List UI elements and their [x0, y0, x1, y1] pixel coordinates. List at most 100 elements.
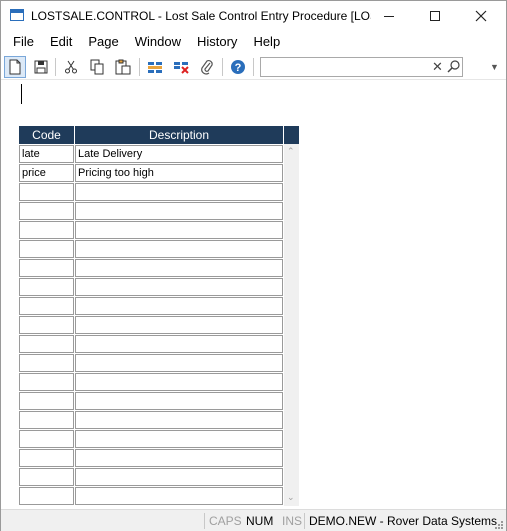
menu-history[interactable]: History: [189, 31, 245, 53]
new-document-button[interactable]: [4, 56, 26, 78]
menu-file[interactable]: File: [5, 31, 42, 53]
table-row: [19, 220, 284, 239]
table-row: [19, 391, 284, 410]
description-cell[interactable]: [75, 240, 283, 258]
description-cell[interactable]: [75, 468, 283, 486]
save-button[interactable]: [30, 56, 52, 78]
description-cell[interactable]: [75, 183, 283, 201]
search-input[interactable]: [264, 58, 424, 76]
description-cell[interactable]: [75, 392, 283, 410]
toolbar-separator: [55, 58, 56, 76]
scroll-up-icon[interactable]: ⌃: [287, 146, 295, 157]
code-cell[interactable]: [19, 487, 74, 505]
description-cell[interactable]: [75, 411, 283, 429]
code-cell[interactable]: [19, 392, 74, 410]
toolbar-separator: [139, 58, 140, 76]
table-row: [19, 410, 284, 429]
status-divider: [304, 513, 305, 529]
table-row: [19, 448, 284, 467]
code-cell[interactable]: [19, 468, 74, 486]
table-row: [19, 334, 284, 353]
maximize-icon: [430, 11, 440, 21]
copy-button[interactable]: [86, 56, 108, 78]
search-icon[interactable]: [447, 59, 461, 73]
help-button[interactable]: ?: [227, 56, 249, 78]
description-cell[interactable]: [75, 373, 283, 391]
code-cell[interactable]: price: [19, 164, 74, 182]
window-title: LOSTSALE.CONTROL - Lost Sale Control Ent…: [31, 9, 371, 23]
copy-icon: [90, 59, 104, 75]
maximize-button[interactable]: [412, 1, 458, 31]
table-row: [19, 277, 284, 296]
table-row: [19, 467, 284, 486]
description-cell[interactable]: [75, 316, 283, 334]
code-cell[interactable]: [19, 354, 74, 372]
code-cell[interactable]: [19, 316, 74, 334]
insert-mode-indicator: INS: [282, 514, 303, 528]
code-cell[interactable]: [19, 202, 74, 220]
clear-search-icon[interactable]: ✕: [432, 59, 443, 75]
code-cell[interactable]: [19, 259, 74, 277]
code-cell[interactable]: [19, 183, 74, 201]
close-button[interactable]: [458, 1, 504, 31]
code-cell[interactable]: [19, 240, 74, 258]
paste-button[interactable]: [112, 56, 134, 78]
scroll-down-icon[interactable]: ⌄: [287, 492, 295, 503]
table-row: price Pricing too high: [19, 163, 284, 182]
code-cell[interactable]: [19, 373, 74, 391]
grid-vertical-scrollbar[interactable]: ⌃ ⌄: [284, 144, 299, 506]
insert-row-icon: [148, 62, 162, 73]
code-cell[interactable]: [19, 411, 74, 429]
description-cell[interactable]: [75, 354, 283, 372]
close-icon: [475, 10, 487, 22]
insert-row-button[interactable]: [144, 56, 166, 78]
app-window: LOSTSALE.CONTROL - Lost Sale Control Ent…: [0, 0, 507, 531]
minimize-icon: [384, 15, 394, 17]
table-row: [19, 201, 284, 220]
table-row: [19, 315, 284, 334]
table-row: [19, 353, 284, 372]
save-icon: [34, 60, 48, 74]
description-cell[interactable]: [75, 259, 283, 277]
description-cell[interactable]: Pricing too high: [75, 164, 283, 182]
caps-lock-indicator: CAPS: [209, 514, 242, 528]
status-divider: [204, 513, 205, 529]
grid-header: Code Description: [19, 126, 299, 144]
table-row: [19, 429, 284, 448]
menu-page[interactable]: Page: [80, 31, 126, 53]
grid-header-corner: [284, 126, 299, 144]
description-cell[interactable]: [75, 449, 283, 467]
attach-button[interactable]: [196, 56, 218, 78]
resize-grip-icon[interactable]: [493, 519, 503, 529]
code-cell[interactable]: [19, 278, 74, 296]
menu-help[interactable]: Help: [245, 31, 288, 53]
column-header-code[interactable]: Code: [19, 126, 75, 144]
description-cell[interactable]: [75, 430, 283, 448]
new-document-icon: [9, 59, 21, 75]
code-cell[interactable]: [19, 449, 74, 467]
code-cell[interactable]: [19, 297, 74, 315]
code-cell[interactable]: [19, 430, 74, 448]
code-cell[interactable]: late: [19, 145, 74, 163]
column-header-description[interactable]: Description: [75, 126, 284, 144]
title-bar[interactable]: LOSTSALE.CONTROL - Lost Sale Control Ent…: [1, 1, 506, 31]
description-cell[interactable]: Late Delivery: [75, 145, 283, 163]
code-cell[interactable]: [19, 221, 74, 239]
description-cell[interactable]: [75, 487, 283, 505]
menu-edit[interactable]: Edit: [42, 31, 80, 53]
description-cell[interactable]: [75, 278, 283, 296]
description-cell[interactable]: [75, 335, 283, 353]
code-cell[interactable]: [19, 335, 74, 353]
num-lock-indicator: NUM: [246, 514, 274, 528]
table-row: [19, 239, 284, 258]
description-cell[interactable]: [75, 297, 283, 315]
description-cell[interactable]: [75, 202, 283, 220]
attach-icon: [201, 60, 213, 75]
cut-button[interactable]: [60, 56, 82, 78]
toolbar-overflow-chevron-icon[interactable]: ▼: [490, 62, 499, 72]
minimize-button[interactable]: [366, 1, 412, 31]
menu-window[interactable]: Window: [127, 31, 189, 53]
description-cell[interactable]: [75, 221, 283, 239]
status-bar: CAPS NUM INS DEMO.NEW - Rover Data Syste…: [1, 509, 506, 531]
delete-row-button[interactable]: [170, 56, 192, 78]
